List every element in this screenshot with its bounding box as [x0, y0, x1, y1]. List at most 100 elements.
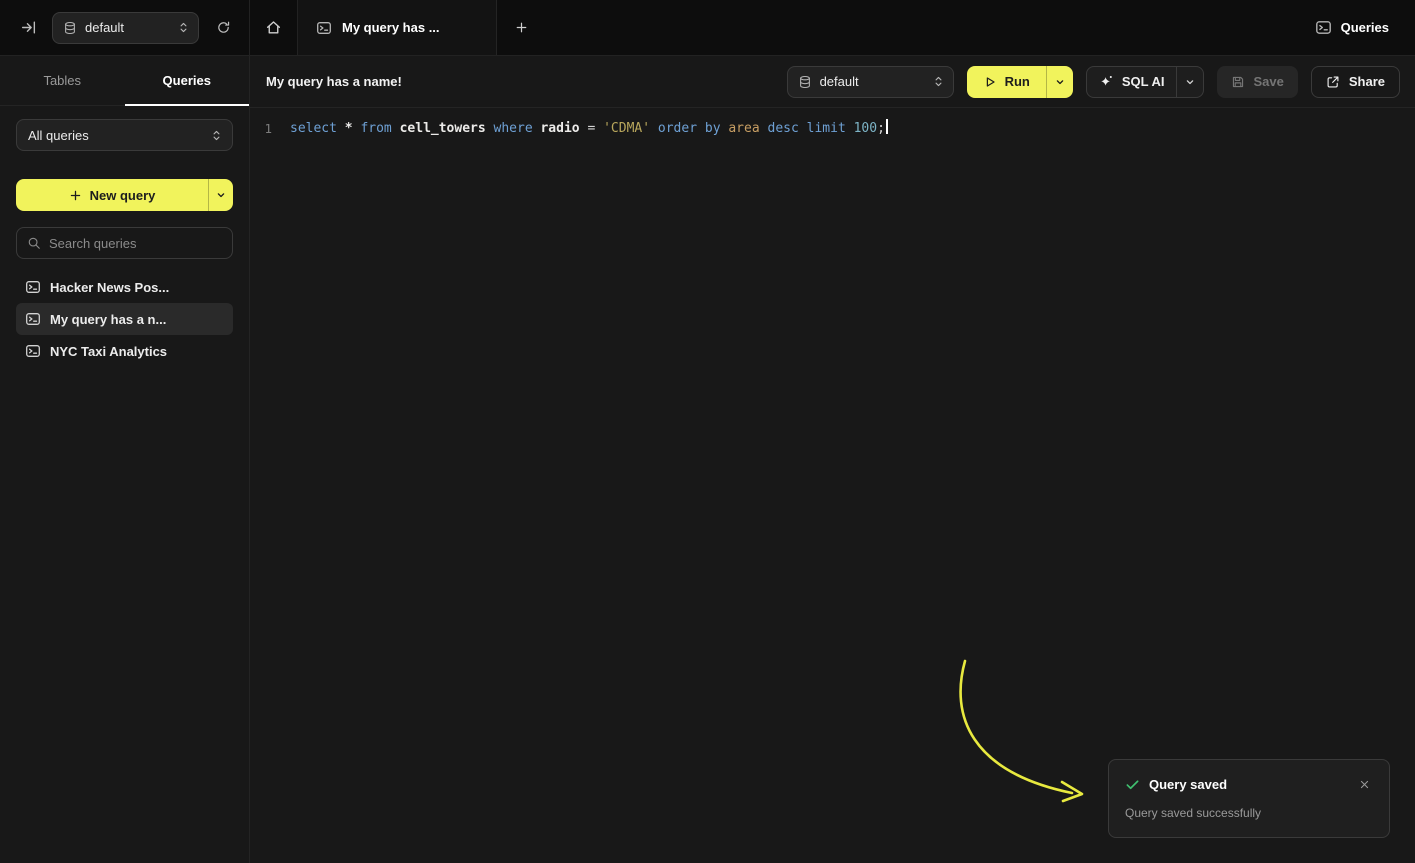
- code-token: select: [290, 121, 337, 136]
- topbar-database-select-value: default: [85, 20, 169, 35]
- code-line-content: select * from cell_towers where radio = …: [282, 119, 888, 139]
- select-updown-icon: [932, 75, 945, 88]
- query-list-item-label: My query has a n...: [50, 312, 166, 327]
- new-query-button-label: New query: [90, 188, 156, 203]
- save-icon: [1231, 75, 1245, 89]
- share-button[interactable]: Share: [1311, 66, 1400, 98]
- query-icon: [316, 20, 332, 36]
- new-query-dropdown-button[interactable]: [209, 179, 233, 211]
- code-token: ;: [877, 121, 885, 136]
- code-token: [650, 121, 658, 136]
- tab-strip: My query has ...: [250, 0, 545, 55]
- share-icon: [1326, 75, 1340, 89]
- header-controls: default Run: [787, 66, 1400, 98]
- run-button-label: Run: [1005, 74, 1030, 89]
- code-token: [486, 121, 494, 136]
- code-token: [595, 121, 603, 136]
- code-token: [799, 121, 807, 136]
- save-button[interactable]: Save: [1217, 66, 1297, 98]
- code-token: [760, 121, 768, 136]
- select-updown-icon: [210, 129, 223, 142]
- chevron-down-icon: [215, 189, 227, 201]
- queries-shortcut[interactable]: Queries: [1315, 0, 1415, 55]
- sql-ai-button-label: SQL AI: [1122, 74, 1165, 89]
- topbar: default My query has ...: [0, 0, 1415, 56]
- new-query-button[interactable]: New query: [16, 179, 233, 211]
- queries-shortcut-label: Queries: [1341, 20, 1389, 35]
- plus-icon: [69, 189, 82, 202]
- query-icon: [25, 279, 41, 295]
- sidebar-tab-tables[interactable]: Tables: [0, 56, 125, 105]
- sparkle-icon: [1099, 74, 1114, 89]
- main-database-select[interactable]: default: [787, 66, 954, 98]
- line-number: 1: [250, 119, 282, 139]
- search-box: [16, 227, 233, 259]
- code-token: [392, 121, 400, 136]
- queries-icon: [1315, 19, 1332, 36]
- query-list-item-label: Hacker News Pos...: [50, 280, 169, 295]
- sql-editor[interactable]: 1 select * from cell_towers where radio …: [250, 108, 1415, 139]
- query-icon: [25, 343, 41, 359]
- home-button[interactable]: [250, 0, 298, 55]
- code-token: desc: [768, 121, 799, 136]
- close-icon: [1359, 779, 1370, 790]
- toast-notification: Query saved Query saved successfully: [1108, 759, 1390, 838]
- query-list-item[interactable]: Hacker News Pos...: [16, 271, 233, 303]
- sql-ai-dropdown-button[interactable]: [1177, 67, 1203, 97]
- main-header: My query has a name! default Run: [250, 56, 1415, 108]
- code-token: by: [705, 121, 721, 136]
- search-queries-input[interactable]: [49, 236, 222, 251]
- code-token: where: [494, 121, 533, 136]
- sidebar-tabs: Tables Queries: [0, 56, 249, 106]
- code-token: limit: [807, 121, 846, 136]
- database-icon: [63, 21, 77, 35]
- sidebar-body: All queries New query: [0, 106, 249, 367]
- sidebar: Tables Queries All queries New query: [0, 56, 250, 863]
- topbar-left: default: [0, 0, 250, 55]
- refresh-icon: [216, 20, 231, 35]
- code-token: radio: [540, 121, 579, 136]
- new-tab-button[interactable]: [497, 0, 545, 55]
- play-icon: [983, 75, 997, 89]
- run-button-main[interactable]: Run: [967, 66, 1046, 98]
- query-filter-select[interactable]: All queries: [16, 119, 233, 151]
- code-token: [337, 121, 345, 136]
- code-token: *: [345, 121, 353, 136]
- text-cursor: [886, 119, 888, 134]
- query-list-item-label: NYC Taxi Analytics: [50, 344, 167, 359]
- save-button-label: Save: [1253, 74, 1283, 89]
- sql-ai-button-main[interactable]: SQL AI: [1087, 67, 1177, 97]
- chevron-down-icon: [1184, 76, 1196, 88]
- select-updown-icon: [177, 21, 190, 34]
- topbar-database-select[interactable]: default: [52, 12, 199, 44]
- query-list: Hacker News Pos... My query has a n... N…: [16, 271, 233, 367]
- refresh-button[interactable]: [211, 16, 235, 40]
- tab-label: My query has ...: [342, 20, 440, 35]
- code-token: [846, 121, 854, 136]
- toast-header: Query saved: [1125, 775, 1373, 793]
- toast-close-button[interactable]: [1355, 775, 1373, 793]
- check-icon: [1125, 777, 1140, 792]
- tab-my-query[interactable]: My query has ...: [298, 0, 497, 55]
- run-button[interactable]: Run: [967, 66, 1073, 98]
- plus-icon: [514, 20, 529, 35]
- new-query-button-main[interactable]: New query: [16, 179, 208, 211]
- share-button-label: Share: [1349, 74, 1385, 89]
- query-list-item[interactable]: My query has a n...: [16, 303, 233, 335]
- code-token: order: [658, 121, 697, 136]
- home-icon: [265, 19, 282, 36]
- query-list-item[interactable]: NYC Taxi Analytics: [16, 335, 233, 367]
- code-token: 100: [854, 121, 877, 136]
- code-token: cell_towers: [400, 121, 486, 136]
- sql-ai-button[interactable]: SQL AI: [1086, 66, 1205, 98]
- run-dropdown-button[interactable]: [1047, 66, 1073, 98]
- chevron-down-icon: [1054, 76, 1066, 88]
- query-icon: [25, 311, 41, 327]
- sidebar-tab-queries[interactable]: Queries: [125, 56, 250, 105]
- toast-message: Query saved successfully: [1125, 806, 1373, 820]
- main-panel: My query has a name! default Run: [250, 56, 1415, 863]
- code-token: 'CDMA': [603, 121, 650, 136]
- collapse-sidebar-button[interactable]: [16, 16, 40, 40]
- code-token: from: [360, 121, 391, 136]
- code-token: area: [728, 121, 759, 136]
